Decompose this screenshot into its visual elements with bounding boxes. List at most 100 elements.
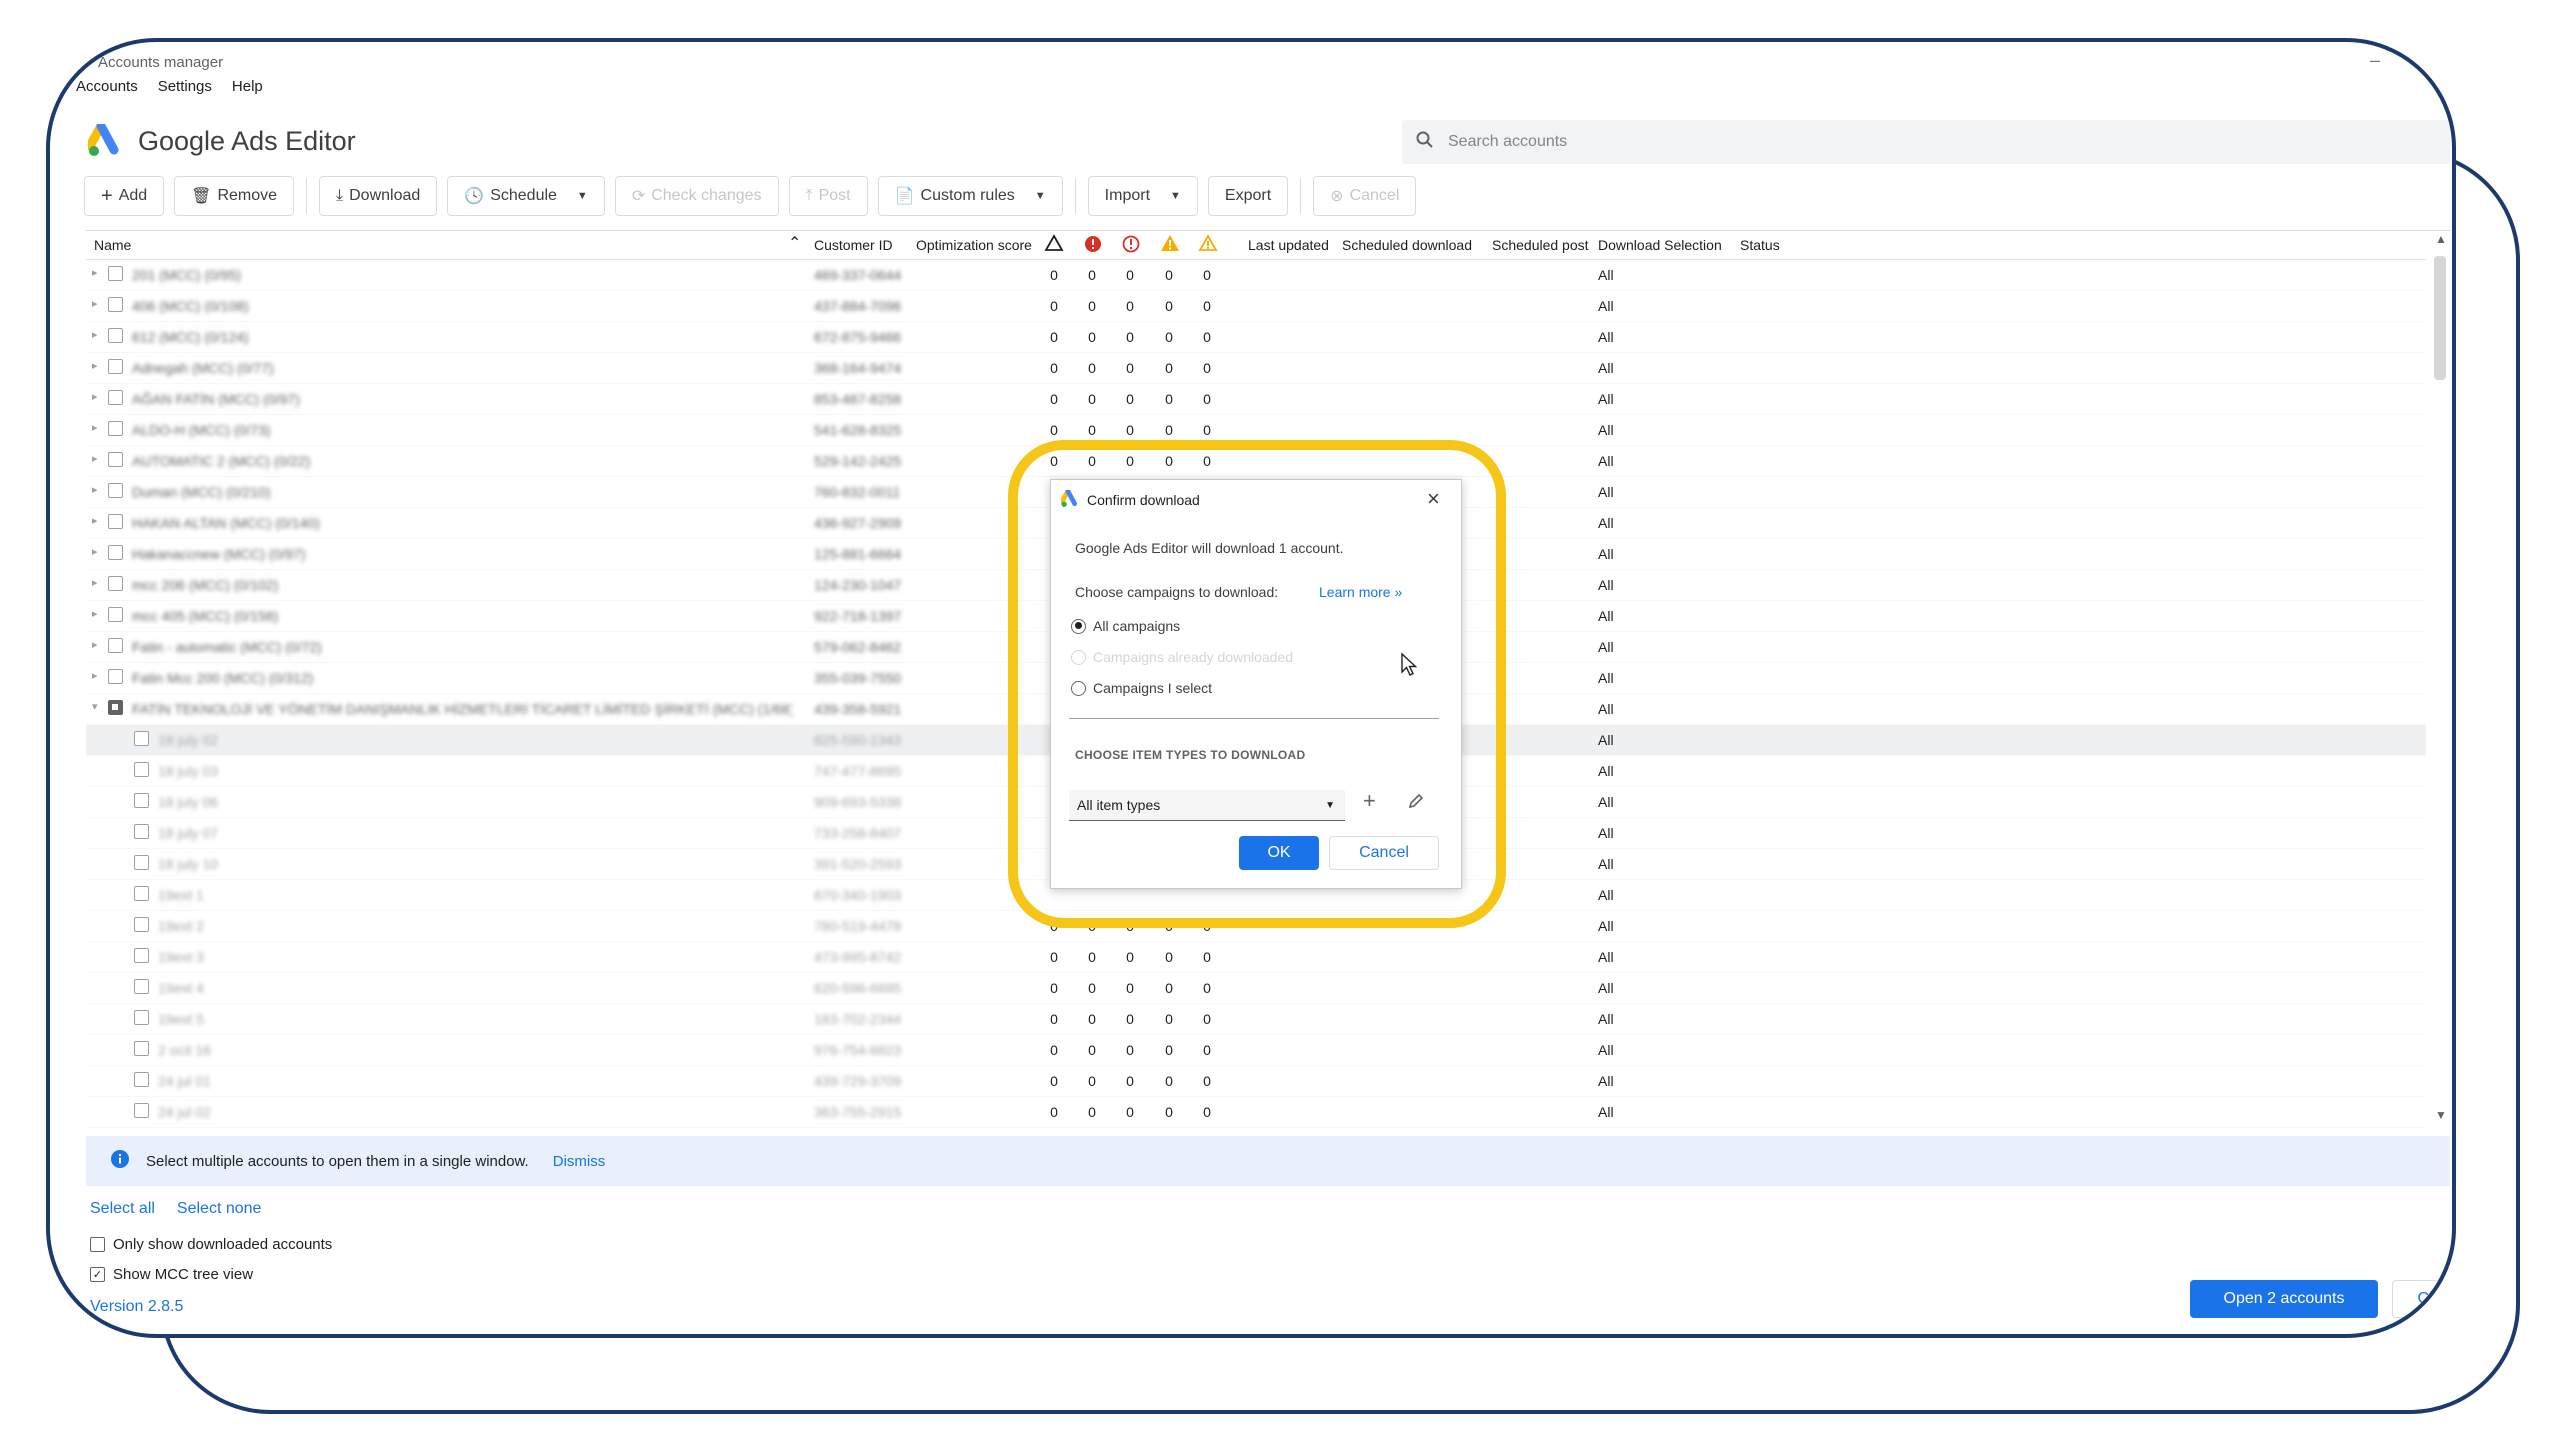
column-header-download-selection[interactable]: Download Selection xyxy=(1598,237,1722,253)
row-checkbox[interactable] xyxy=(134,762,149,777)
expand-arrow-icon[interactable]: ▸ xyxy=(92,359,98,372)
version-link[interactable]: Version 2.8.5 xyxy=(90,1298,183,1316)
table-row[interactable]: ▸ 612 (MCC) (0/124) 672-875-9466 0 0 0 0 0 All xyxy=(86,322,2426,353)
expand-arrow-icon[interactable]: ▸ xyxy=(92,297,98,310)
column-header-status[interactable]: Status xyxy=(1740,237,1780,253)
radio-campaigns-i-select[interactable]: Campaigns I select xyxy=(1071,680,1212,696)
radio-button[interactable] xyxy=(1071,680,1086,696)
expand-arrow-icon[interactable]: ▸ xyxy=(92,607,98,620)
row-checkbox[interactable] xyxy=(134,1103,149,1118)
row-checkbox[interactable] xyxy=(134,855,149,870)
vertical-scrollbar[interactable]: ▲ ▼ xyxy=(2430,230,2450,1130)
radio-all-campaigns[interactable]: All campaigns xyxy=(1071,618,1180,634)
row-checkbox[interactable] xyxy=(108,514,123,529)
select-none-link[interactable]: Select none xyxy=(177,1200,262,1218)
expand-arrow-icon[interactable]: ▸ xyxy=(92,638,98,651)
row-checkbox[interactable] xyxy=(108,669,123,684)
dismiss-link[interactable]: Dismiss xyxy=(553,1153,606,1170)
table-row[interactable]: 19ext 3 473-995-8742 0 0 0 0 0 All xyxy=(86,942,2426,973)
expand-arrow-icon[interactable]: ▸ xyxy=(92,483,98,496)
expand-arrow-icon[interactable]: ▸ xyxy=(92,390,98,403)
expand-arrow-icon[interactable]: ▸ xyxy=(92,452,98,465)
add-icon[interactable]: + xyxy=(1363,788,1376,814)
row-checkbox[interactable] xyxy=(108,297,123,312)
import-button[interactable]: Import ▼ xyxy=(1087,176,1198,216)
expand-arrow-icon[interactable]: ▸ xyxy=(92,421,98,434)
row-checkbox[interactable] xyxy=(134,731,149,746)
column-header-scheduled-download[interactable]: Scheduled download xyxy=(1342,237,1472,253)
row-checkbox[interactable] xyxy=(108,638,123,653)
select-all-link[interactable]: Select all xyxy=(90,1200,155,1218)
restore-icon[interactable]: ❐ xyxy=(2412,52,2425,69)
pencil-icon[interactable] xyxy=(1407,792,1425,813)
table-row[interactable]: 24 jul 01 439-729-3709 0 0 0 0 0 All xyxy=(86,1066,2426,1097)
scroll-up-icon[interactable]: ▲ xyxy=(2435,232,2447,246)
column-header-last-updated[interactable]: Last updated xyxy=(1248,237,1329,253)
menu-settings[interactable]: Settings xyxy=(158,78,212,95)
table-row[interactable]: 2 ocit 16 976-754-6823 0 0 0 0 0 All xyxy=(86,1035,2426,1066)
show-mcc-tree-option[interactable]: ✓ Show MCC tree view xyxy=(90,1266,253,1283)
table-row[interactable]: ▸ AĞAN FATİN (MCC) (0/97) 853-487-8258 0 0 0 0… xyxy=(86,384,2426,415)
column-header-scheduled-post[interactable]: Scheduled post xyxy=(1492,237,1589,253)
menu-help[interactable]: Help xyxy=(232,78,263,95)
table-row[interactable]: ▸ Adnegah (MCC) (0/77) 368-164-9474 0 0 0 0 0 Al… xyxy=(86,353,2426,384)
remove-button[interactable]: 🗑 Remove xyxy=(174,176,295,216)
close-icon[interactable]: × xyxy=(1427,486,1440,512)
cancel-button[interactable]: Cancel xyxy=(1329,836,1439,870)
row-checkbox[interactable] xyxy=(108,359,123,374)
item-types-select[interactable]: All item types ▼ xyxy=(1069,790,1345,821)
open-accounts-button[interactable]: Open 2 accounts xyxy=(2190,1280,2378,1318)
sort-ascending-icon[interactable]: ⌃ xyxy=(788,233,801,253)
expand-arrow-icon[interactable]: ▸ xyxy=(92,576,98,589)
row-checkbox[interactable] xyxy=(108,328,123,343)
row-checkbox[interactable] xyxy=(134,824,149,839)
row-checkbox[interactable] xyxy=(108,421,123,436)
expand-arrow-icon[interactable]: ▸ xyxy=(92,514,98,527)
learn-more-link[interactable]: Learn more » xyxy=(1319,584,1402,600)
row-checkbox[interactable] xyxy=(134,886,149,901)
row-checkbox[interactable] xyxy=(108,576,123,591)
table-row[interactable]: 24 jul 03995-812-521100000All xyxy=(86,1128,2426,1131)
column-header-optimization-score[interactable]: Optimization score xyxy=(916,237,1032,253)
add-button[interactable]: + Add xyxy=(84,176,165,216)
table-row[interactable]: ▸ 406 (MCC) (0/108) 437-884-7096 0 0 0 0 0 All xyxy=(86,291,2426,322)
radio-button-selected[interactable] xyxy=(1071,618,1086,634)
cancel-toolbar-button[interactable]: ⊗ Cancel xyxy=(1313,176,1417,216)
table-row[interactable]: 24 jul 02 363-755-2915 0 0 0 0 0 All xyxy=(86,1097,2426,1128)
download-button[interactable]: ⤓ Download xyxy=(319,176,438,216)
expand-arrow-icon[interactable]: ▸ xyxy=(92,545,98,558)
row-checkbox[interactable] xyxy=(134,1041,149,1056)
row-checkbox[interactable] xyxy=(108,545,123,560)
show-mcc-tree-checkbox[interactable]: ✓ xyxy=(90,1267,105,1282)
expand-arrow-icon[interactable]: ▸ xyxy=(92,266,98,279)
row-checkbox[interactable] xyxy=(108,452,123,467)
row-checkbox[interactable] xyxy=(134,979,149,994)
close-button[interactable]: Close xyxy=(2392,1280,2452,1318)
expand-arrow-icon[interactable]: ▸ xyxy=(92,328,98,341)
column-header-name[interactable]: Name xyxy=(94,237,131,253)
check-changes-button[interactable]: ⟳ Check changes xyxy=(614,176,779,216)
table-row[interactable]: ▸ 201 (MCC) (0/95) 469-337-0644 0 0 0 0 0 All xyxy=(86,260,2426,291)
search-accounts-field[interactable]: Search accounts xyxy=(1402,120,2450,164)
row-checkbox[interactable] xyxy=(108,700,123,715)
row-checkbox[interactable] xyxy=(134,917,149,932)
row-checkbox[interactable] xyxy=(134,1072,149,1087)
schedule-button[interactable]: 🕓 Schedule ▼ xyxy=(447,176,605,216)
only-downloaded-checkbox[interactable] xyxy=(90,1237,105,1252)
expand-arrow-icon[interactable]: ▸ xyxy=(92,669,98,682)
column-header-customer-id[interactable]: Customer ID xyxy=(814,237,893,253)
row-checkbox[interactable] xyxy=(108,390,123,405)
menu-accounts[interactable]: Accounts xyxy=(76,78,138,95)
row-checkbox[interactable] xyxy=(108,607,123,622)
export-button[interactable]: Export xyxy=(1207,176,1289,216)
row-checkbox[interactable] xyxy=(134,793,149,808)
row-checkbox[interactable] xyxy=(108,266,123,281)
collapse-arrow-icon[interactable]: ▾ xyxy=(92,700,98,713)
table-row[interactable]: 19ext 4 620-596-6695 0 0 0 0 0 All xyxy=(86,973,2426,1004)
scrollbar-thumb[interactable] xyxy=(2434,256,2446,380)
scroll-down-icon[interactable]: ▼ xyxy=(2435,1108,2447,1122)
row-checkbox[interactable] xyxy=(134,948,149,963)
only-downloaded-option[interactable]: Only show downloaded accounts xyxy=(90,1236,332,1253)
ok-button[interactable]: OK xyxy=(1239,836,1319,870)
table-row[interactable]: 19ext 5 183-702-2344 0 0 0 0 0 All xyxy=(86,1004,2426,1035)
